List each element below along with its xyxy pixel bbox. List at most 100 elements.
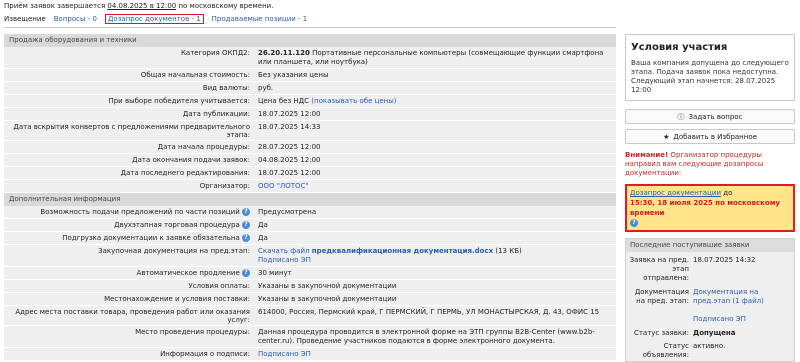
- recent-applications-title: Последние поступившие заявки: [626, 239, 794, 252]
- help-icon[interactable]: ?: [242, 269, 250, 277]
- detail-row-end-date: Дата окончания подачи заявок: 04.08.2025…: [4, 154, 616, 167]
- row-label: Подгрузка документации к заявке обязател…: [4, 232, 254, 244]
- row-label: Место проведения процедуры:: [135, 328, 250, 336]
- row-label: Возможность подачи предложений по части …: [4, 206, 254, 218]
- price-basis: Цена без НДС: [258, 97, 310, 105]
- tab-bar: Извещение Вопросы - 0 Дозапрос документо…: [4, 13, 307, 25]
- row-value: 18.07.2025 14:33: [258, 123, 321, 131]
- row-label-text: Подгрузка документации к заявке обязател…: [62, 234, 240, 242]
- row-value: Скачать файл предквалификационная докуме…: [254, 245, 616, 266]
- row-value: Цена без НДС (показывать обе цены): [254, 95, 616, 107]
- row-value: Да: [258, 221, 268, 229]
- row-label: Дата последнего редактирования:: [120, 169, 250, 177]
- detail-row-pre-stage-docs: Закупочная документация на пред.этап: Ск…: [4, 245, 616, 267]
- row-label-text: Двухэтапная торговая процедура: [114, 221, 240, 229]
- row-value: Да: [258, 234, 268, 242]
- document-request-alert: Дозапрос документации до 15:30, 18 июля …: [625, 184, 795, 232]
- signature-info-link[interactable]: Подписано ЭП: [258, 350, 311, 358]
- deadline-date: 04.08.2025 в 12:00: [107, 2, 177, 10]
- section-header-sale: Продажа оборудования и техники: [4, 34, 616, 47]
- row-value: 26.20.11.120 Портативные персональные ко…: [254, 47, 616, 68]
- row-label: Закупочная документация на пред.этап:: [98, 247, 250, 255]
- ask-question-button[interactable]: ⓘ Задать вопрос: [625, 109, 795, 124]
- participation-title: Условия участия: [631, 42, 728, 53]
- detail-row-okpd2: Категория ОКПД2: 26.20.11.120 Портативны…: [4, 47, 616, 69]
- participation-terms-card: Условия участия Ваша компания допущена д…: [625, 34, 795, 101]
- deadline-suffix: по московскому времени.: [176, 2, 274, 10]
- signature-link[interactable]: Подписано ЭП: [693, 315, 746, 323]
- detail-row-delivery-address: Адрес места поставки товара, проведения …: [4, 306, 616, 326]
- document-request-link[interactable]: Дозапрос документации: [630, 189, 721, 197]
- recent-value: 18.07.2025 14:32: [693, 256, 756, 264]
- detail-row-opening-date: Дата вскрытия конвертов с предложениями …: [4, 121, 616, 141]
- detail-row-currency: Вид валюты: руб.: [4, 82, 616, 95]
- pre-stage-docs-link[interactable]: Документация на пред.этап (1 файл): [693, 288, 764, 305]
- file-name-link[interactable]: предквалификационная документация.docx: [312, 247, 493, 255]
- row-value: 04.08.2025 12:00: [258, 156, 321, 164]
- tab-divider: [4, 27, 616, 28]
- recent-value: Допущена: [693, 329, 736, 337]
- row-label: Условия оплаты:: [188, 282, 250, 290]
- row-value: Предусмотрена: [258, 208, 317, 216]
- document-request-warning: Внимание! Организатор процедуры направил…: [625, 151, 795, 178]
- recent-label: Статус объявления:: [642, 342, 689, 359]
- signature-link[interactable]: Подписано ЭП: [258, 256, 311, 264]
- detail-row-signature-info: Информация о подписи: Подписано ЭП: [4, 348, 616, 361]
- row-label-text: Автоматическое продление: [136, 269, 240, 277]
- row-label: Категория ОКПД2:: [180, 49, 250, 57]
- row-label: Дата публикации:: [182, 110, 250, 118]
- recent-applications-panel: Последние поступившие заявки Заявка на п…: [625, 238, 795, 362]
- tab-questions[interactable]: Вопросы - 0: [54, 15, 97, 23]
- row-value: 614000, Россия, Пермский край, Г ПЕРМСКИ…: [258, 308, 600, 316]
- help-icon[interactable]: ?: [242, 208, 250, 216]
- recent-row-sent: Заявка на пред. этап отправлена: 18.07.2…: [626, 255, 794, 284]
- recent-value: активно.: [693, 342, 726, 350]
- download-file-link[interactable]: Скачать файл: [258, 247, 310, 255]
- ask-question-label: Задать вопрос: [688, 112, 743, 121]
- section-header-additional: Дополнительная информация: [4, 193, 616, 206]
- help-icon[interactable]: ?: [242, 234, 250, 242]
- detail-row-two-stage: Двухэтапная торговая процедура ? Да: [4, 219, 616, 232]
- okpd2-code: 26.20.11.120: [258, 49, 310, 57]
- recent-label: Заявка на пред. этап отправлена:: [629, 256, 689, 282]
- tab-document-request[interactable]: Дозапрос документов - 1: [104, 14, 204, 24]
- add-to-favorites-button[interactable]: ★ Добавить в Избранное: [625, 129, 795, 144]
- recent-row-docs: Документация на пред. этап: Документация…: [626, 287, 794, 325]
- row-label: Вид валюты:: [202, 84, 250, 92]
- tab-notice[interactable]: Извещение: [4, 15, 46, 23]
- row-label: Дата окончания подачи заявок:: [132, 156, 250, 164]
- detail-row-partial-offers: Возможность подачи предложений по части …: [4, 206, 616, 219]
- recent-row-status: Статус заявки: Допущена: [626, 328, 794, 339]
- alert-deadline: 15:30, 18 июля 2025 по московскому време…: [630, 199, 780, 217]
- detail-row-doc-upload-required: Подгрузка документации к заявке обязател…: [4, 232, 616, 245]
- detail-row-start-price: Общая начальная стоимость: Без указания …: [4, 69, 616, 82]
- row-value: Без указания цены: [258, 71, 329, 79]
- row-value: 28.07.2025 12:00: [258, 143, 321, 151]
- detail-row-publication-date: Дата публикации: 18.07.2025 12:00: [4, 108, 616, 121]
- row-label: Двухэтапная торговая процедура ?: [4, 219, 254, 231]
- row-value: ООО "ЛОТОС": [254, 180, 616, 192]
- tab-items-for-sale[interactable]: Продаваемые позиции - 1: [212, 15, 308, 23]
- row-value: Данная процедура проводится в электронно…: [258, 328, 595, 345]
- participation-text: Ваша компания допущена до следующего эта…: [631, 59, 789, 94]
- detail-row-last-edit: Дата последнего редактирования: 18.07.20…: [4, 167, 616, 180]
- recent-row-notice-status: Статус объявления: активно.: [626, 341, 794, 361]
- help-icon[interactable]: ?: [630, 219, 638, 227]
- row-label: При выборе победителя учитывается:: [108, 97, 250, 105]
- row-label: Общая начальная стоимость:: [140, 71, 250, 79]
- procedure-details: Продажа оборудования и техники Категория…: [4, 34, 616, 361]
- organizer-link[interactable]: ООО "ЛОТОС": [258, 182, 309, 190]
- detail-row-organizer: Организатор: ООО "ЛОТОС": [4, 180, 616, 193]
- row-value: Подписано ЭП: [254, 348, 616, 360]
- help-icon[interactable]: ?: [242, 221, 250, 229]
- detail-row-payment-terms: Условия оплаты: Указаны в закупочной док…: [4, 280, 616, 293]
- deadline-prefix: Приём заявок завершается: [4, 2, 108, 10]
- row-value: 18.07.2025 12:00: [258, 169, 321, 177]
- recent-value: Документация на пред.этап (1 файл) Подпи…: [693, 288, 794, 324]
- detail-row-winner-criteria: При выборе победителя учитывается: Цена …: [4, 95, 616, 108]
- file-size: (13 КБ): [495, 247, 522, 255]
- deadline-notice: Приём заявок завершается 04.08.2025 в 12…: [4, 2, 273, 10]
- row-label: Информация о подписи:: [160, 350, 250, 358]
- star-icon: ★: [663, 132, 670, 141]
- show-both-prices-link[interactable]: (показывать обе цены): [311, 97, 396, 105]
